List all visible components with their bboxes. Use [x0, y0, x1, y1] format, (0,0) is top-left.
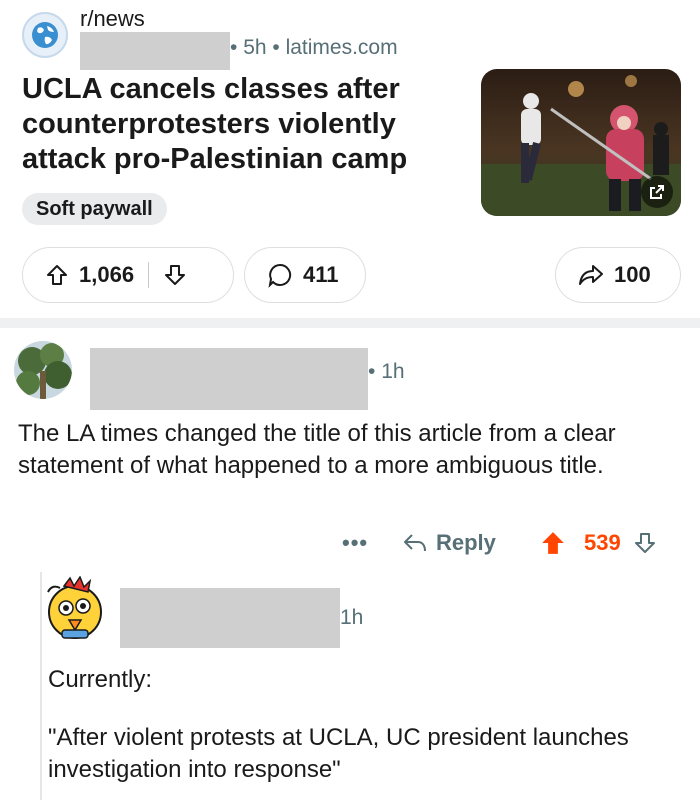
comment-body: The LA times changed the title of this a…: [18, 420, 616, 479]
post-meta: • 5h • latimes.com: [230, 36, 398, 59]
reply-quote: "After violent protests at UCLA, UC pres…: [48, 724, 629, 783]
share-icon: [579, 265, 603, 285]
comment-score: 539: [584, 530, 621, 555]
section-divider: [0, 318, 700, 328]
more-options-button[interactable]: •••: [342, 523, 368, 563]
reply-button[interactable]: Reply: [402, 523, 496, 563]
subreddit-globe-icon[interactable]: [22, 12, 68, 58]
comment-vote: 539: [540, 523, 657, 563]
downvote-icon[interactable]: [163, 263, 187, 287]
downvote-icon[interactable]: [633, 531, 657, 555]
redacted-username: [120, 588, 340, 648]
vote-separator: [148, 262, 150, 288]
external-link-icon[interactable]: [641, 176, 673, 208]
comments-button[interactable]: 411: [244, 247, 366, 303]
redacted-username: [80, 32, 230, 70]
post-time: 5h: [243, 36, 267, 59]
flair-badge: Soft paywall: [22, 193, 167, 225]
redacted-username: [90, 348, 368, 410]
upvote-filled-icon[interactable]: [540, 530, 566, 556]
reply-line: Currently:: [48, 666, 153, 693]
upvote-count: 1,066: [79, 262, 135, 287]
share-button[interactable]: 100: [555, 247, 681, 303]
subreddit-name[interactable]: r/news: [80, 6, 145, 32]
commenter-avatar[interactable]: [14, 341, 72, 399]
share-count: 100: [614, 262, 651, 287]
reply-label: Reply: [436, 530, 496, 555]
comment-icon: [268, 263, 292, 288]
post-title[interactable]: UCLA cancels classes after counterprotes…: [22, 72, 462, 177]
vote-pill: 1,066: [22, 247, 234, 303]
reply-body: Currently: "After violent protests at UC…: [48, 664, 688, 800]
reply-icon: [404, 534, 426, 552]
post-thumbnail[interactable]: [481, 69, 681, 216]
comment-count: 411: [303, 262, 339, 287]
reply-avatar[interactable]: [42, 575, 108, 642]
post-card[interactable]: r/news • 5h • latimes.com UCLA cancels c…: [0, 0, 700, 318]
reply-time: 1h: [340, 606, 364, 629]
comment-time: • 1h: [368, 360, 405, 383]
post-domain[interactable]: latimes.com: [286, 36, 398, 59]
upvote-icon[interactable]: [45, 263, 69, 287]
